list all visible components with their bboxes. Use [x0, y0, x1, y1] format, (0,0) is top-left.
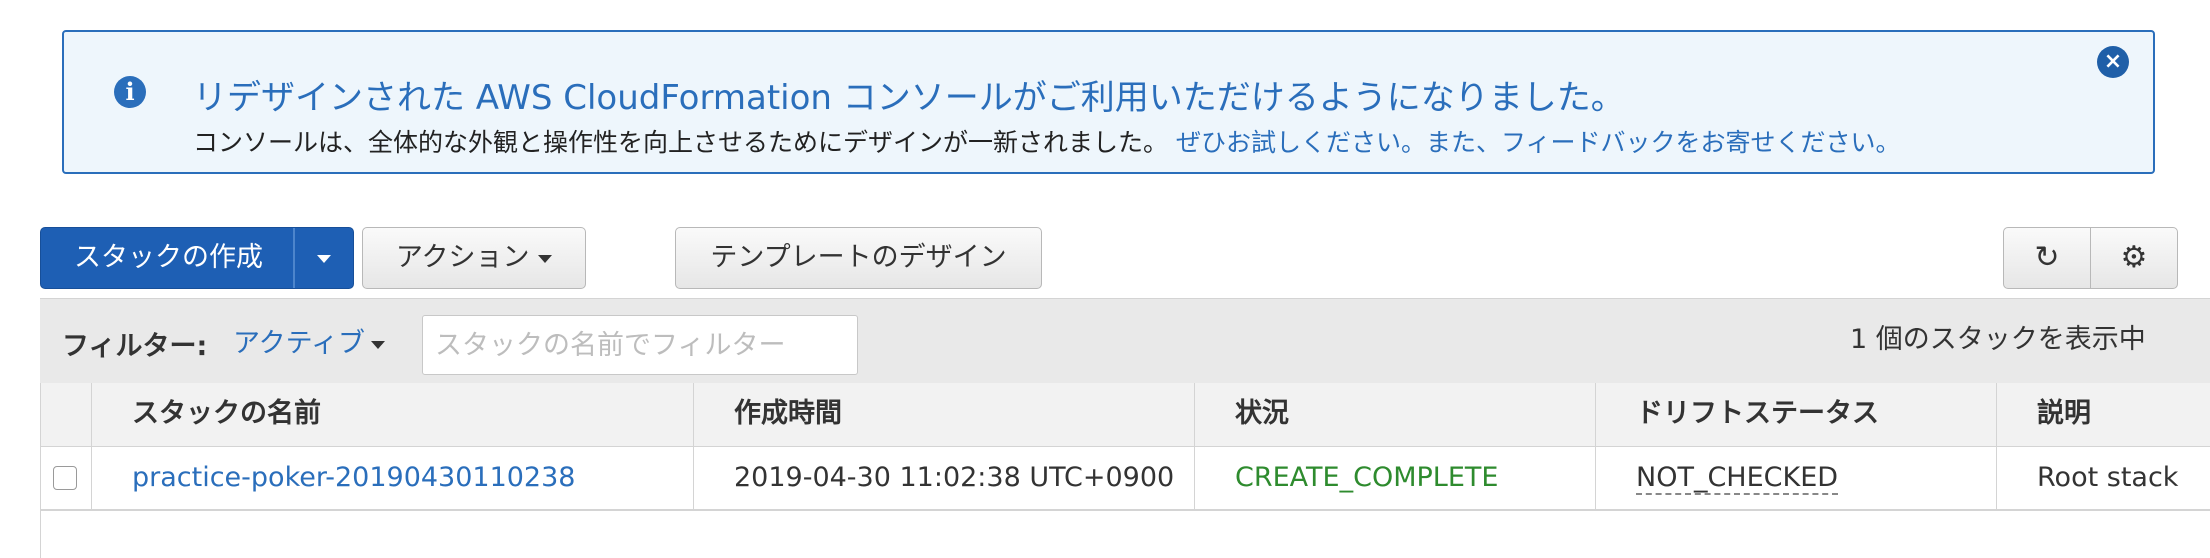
create-stack-dropdown-toggle[interactable]	[293, 228, 353, 288]
banner-message: コンソールは、全体的な外観と操作性を向上させるためにデザインが一新されました。	[193, 128, 1169, 157]
chevron-down-icon	[317, 254, 331, 263]
design-template-label: テンプレートのデザイン	[710, 242, 1007, 273]
column-header-status[interactable]: 状況	[1194, 383, 1595, 446]
stack-name-filter-input[interactable]	[422, 315, 858, 375]
banner-body: コンソールは、全体的な外観と操作性を向上させるためにデザインが一新されました。 …	[193, 123, 1900, 159]
chevron-down-icon	[538, 254, 553, 263]
filter-label: フィルター:	[62, 331, 208, 362]
row-select-cell	[41, 447, 91, 509]
create-stack-label: スタックの作成	[74, 242, 263, 273]
column-header-drift-status[interactable]: ドリフトステータス	[1595, 383, 1996, 446]
refresh-icon: ↻	[2034, 240, 2060, 275]
settings-button[interactable]: ⚙	[2090, 227, 2178, 289]
actions-button[interactable]: アクション	[362, 227, 586, 289]
filter-status-dropdown[interactable]: アクティブ	[233, 321, 386, 360]
column-header-description[interactable]: 説明	[1996, 383, 2210, 446]
row-checkbox[interactable]	[53, 466, 77, 490]
filter-bar: フィルター: アクティブ 1 個のスタックを表示中	[40, 298, 2210, 384]
created-time-cell: 2019-04-30 11:02:38 UTC+0900	[693, 447, 1194, 509]
create-stack-button[interactable]: スタックの作成	[40, 227, 354, 289]
table-header: スタックの名前 作成時間 状況 ドリフトステータス 説明	[41, 383, 2210, 447]
table-row[interactable]: practice-poker-20190430110238 2019-04-30…	[41, 447, 2210, 511]
close-icon[interactable]: ×	[2097, 46, 2129, 78]
banner-feedback-link[interactable]: ぜひお試しください。また、フィードバックをお寄せください。	[1176, 128, 1901, 157]
info-icon: i	[114, 76, 146, 108]
chevron-down-icon	[371, 340, 386, 349]
drift-status-value[interactable]: NOT_CHECKED	[1636, 462, 1839, 495]
description-cell: Root stack	[1996, 447, 2210, 509]
stack-name-cell: practice-poker-20190430110238	[91, 447, 693, 509]
actions-label: アクション	[395, 242, 530, 273]
column-header-stack-name[interactable]: スタックの名前	[91, 383, 693, 446]
status-cell: CREATE_COMPLETE	[1194, 447, 1595, 509]
stack-count-text: 1 個のスタックを表示中	[1850, 324, 2146, 355]
design-template-button[interactable]: テンプレートのデザイン	[675, 227, 1042, 289]
banner-title: リデザインされた AWS CloudFormation コンソールがご利用いただ…	[193, 78, 1625, 118]
select-column-header	[41, 383, 91, 446]
filter-status-selected: アクティブ	[233, 328, 366, 359]
refresh-button[interactable]: ↻	[2003, 227, 2091, 289]
stacks-table: スタックの名前 作成時間 状況 ドリフトステータス 説明 practice-po…	[40, 383, 2210, 558]
stack-name-link[interactable]: practice-poker-20190430110238	[132, 462, 575, 493]
gear-icon: ⚙	[2120, 240, 2148, 275]
drift-status-cell: NOT_CHECKED	[1595, 447, 1996, 509]
column-header-created-time[interactable]: 作成時間	[693, 383, 1194, 446]
info-banner: i リデザインされた AWS CloudFormation コンソールがご利用い…	[62, 30, 2155, 174]
